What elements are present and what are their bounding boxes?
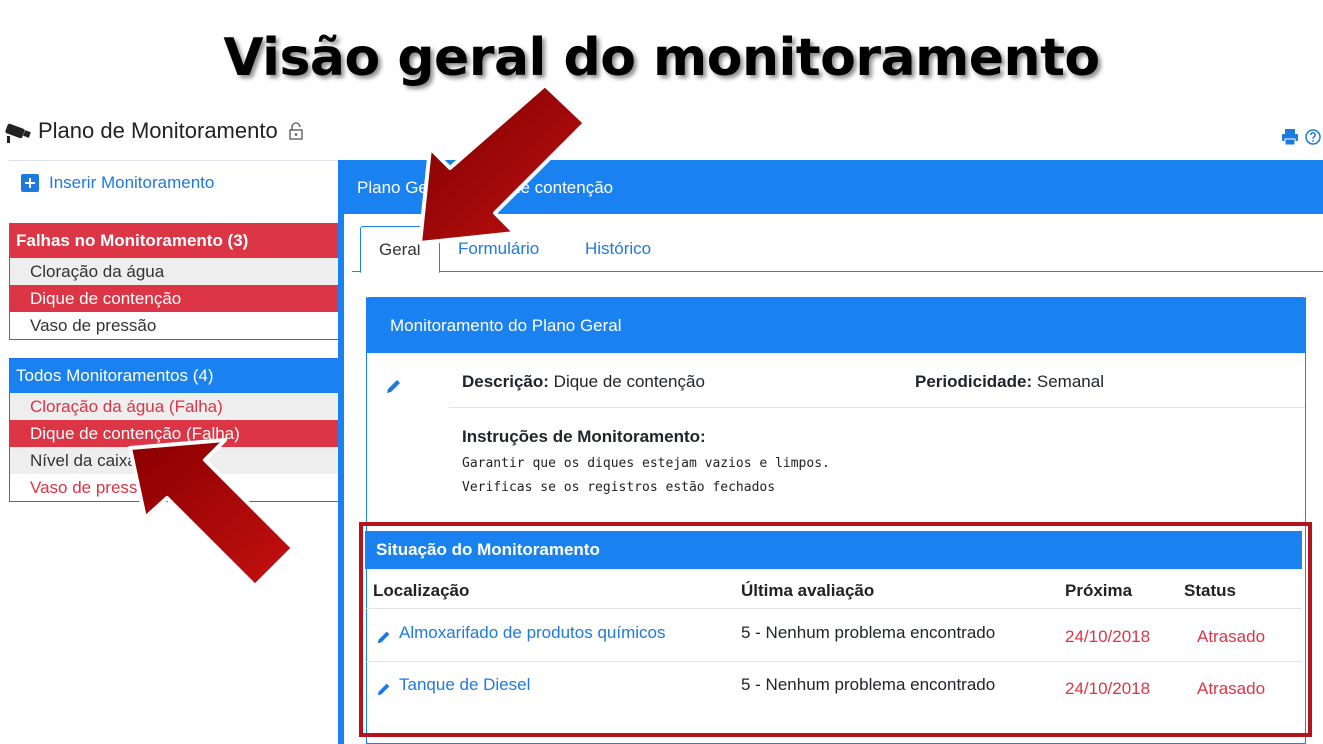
description: Descrição: Dique de contenção: [462, 372, 705, 392]
description-value: Dique de contenção: [553, 372, 705, 391]
pencil-icon[interactable]: [385, 377, 403, 395]
card-title: Monitoramento do Plano Geral: [366, 297, 1306, 353]
instructions-title: Instruções de Monitoramento:: [462, 427, 706, 446]
annotation-arrow-tabs: [418, 83, 587, 245]
row-location-link[interactable]: Tanque de Diesel: [399, 675, 530, 695]
col-ultima-avaliacao: Última avaliação: [741, 581, 875, 600]
row-last-evaluation: 5 - Nenhum problema encontrado: [741, 675, 996, 694]
col-status: Status: [1184, 581, 1236, 600]
row-status: Atrasado: [1197, 627, 1266, 646]
periodicity-value: Semanal: [1036, 372, 1104, 391]
annotation-arrow-sidebar: [128, 438, 295, 588]
divider: [449, 407, 1305, 408]
insert-monitoring-label: Inserir Monitoramento: [49, 173, 215, 192]
col-proxima: Próxima: [1065, 581, 1133, 600]
failure-item-dique[interactable]: Dique de contenção: [10, 285, 338, 312]
page-title: Plano de Monitoramento: [38, 118, 278, 143]
description-label: Descrição:: [462, 372, 549, 391]
row-next-date: 24/10/2018: [1065, 679, 1151, 698]
top-toolbar: [1281, 128, 1321, 146]
row-next-date: 24/10/2018: [1065, 627, 1151, 646]
failures-panel-title: Falhas no Monitoramento (3): [10, 224, 338, 258]
row-last-evaluation: 5 - Nenhum problema encontrado: [741, 623, 996, 642]
pencil-icon[interactable]: [376, 681, 392, 697]
help-icon[interactable]: [1305, 129, 1321, 145]
status-section: Situação do Monitoramento Localização Úl…: [359, 522, 1312, 737]
page-header: Plano de Monitoramento: [4, 114, 304, 148]
instructions-text: Garantir que os diques estejam vazios e …: [462, 456, 830, 495]
all-monitorings-title: Todos Monitoramentos (4): [10, 359, 338, 393]
failure-item-vaso[interactable]: Vaso de pressão: [10, 312, 338, 339]
row-status: Atrasado: [1197, 679, 1266, 698]
lock-icon[interactable]: [288, 122, 304, 140]
print-icon[interactable]: [1281, 128, 1299, 146]
failures-panel: Falhas no Monitoramento (3) Cloração da …: [9, 223, 339, 340]
col-localizacao: Localização: [373, 581, 470, 600]
slide-title: Visão geral do monitoramento: [223, 28, 1100, 88]
monitoring-item-cloracao[interactable]: Cloração da água (Falha): [10, 393, 338, 420]
periodicity-label: Periodicidade:: [915, 372, 1033, 391]
table-divider: [365, 661, 1302, 662]
insert-monitoring-button[interactable]: Inserir Monitoramento: [9, 160, 339, 205]
camera-icon: [5, 123, 31, 143]
status-title: Situação do Monitoramento: [365, 531, 1302, 569]
row-location-link[interactable]: Almoxarifado de produtos químicos: [399, 623, 665, 643]
table-divider: [365, 608, 1302, 609]
failure-item-cloracao[interactable]: Cloração da água: [10, 258, 338, 285]
pencil-icon[interactable]: [376, 629, 392, 645]
plus-icon: [21, 174, 39, 192]
periodicity: Periodicidade: Semanal: [915, 372, 1104, 392]
